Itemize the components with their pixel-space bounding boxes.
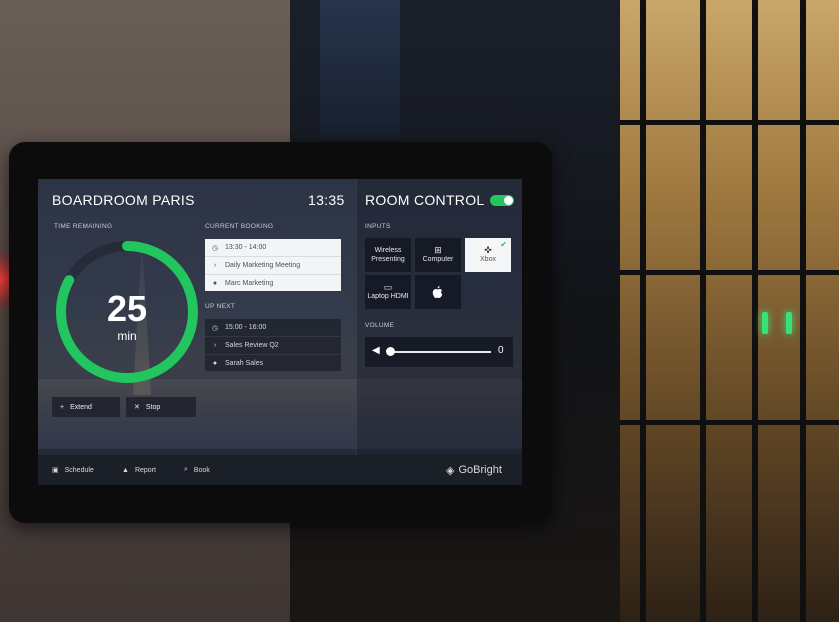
window-mullion [640, 0, 646, 622]
background-green-light [786, 312, 792, 334]
close-icon: ✕ [134, 404, 140, 411]
stop-button[interactable]: ✕ Stop [126, 397, 196, 417]
booking-title-row: › Daily Marketing Meeting [205, 256, 341, 274]
booking-organizer: Marc Marketing [225, 280, 274, 287]
booking-title: Daily Marketing Meeting [225, 262, 301, 269]
toggle-knob [504, 196, 513, 205]
bottom-bar: ▣ Schedule ▲ Report ⌕ Book ◈ GoBright [38, 455, 522, 485]
window-transom [620, 120, 839, 125]
next-organizer: Sarah Sales [225, 360, 264, 367]
schedule-label: Schedule [64, 466, 94, 474]
booking-time-row: ◷ 13:30 - 14:00 [205, 239, 341, 256]
plus-icon: + [60, 403, 65, 411]
time-remaining-value: 25 [106, 288, 148, 329]
input-label: Computer [422, 256, 454, 263]
input-xbox[interactable]: ✔ ✜ Xbox [465, 238, 511, 272]
booking-time: 13:30 - 14:00 [225, 244, 267, 251]
report-button[interactable]: ▲ Report [122, 455, 156, 485]
volume-control: ◀ 0 [365, 337, 513, 367]
extend-button[interactable]: + Extend [52, 397, 120, 417]
room-control-panel [356, 179, 522, 455]
input-computer[interactable]: ⊞ Computer [415, 238, 461, 272]
schedule-button[interactable]: ▣ Schedule [52, 455, 94, 485]
apple-icon [432, 285, 443, 298]
volume-label: VOLUME [365, 322, 395, 329]
input-label: Xbox [480, 256, 496, 263]
window-transom [620, 270, 839, 275]
window-transom [620, 420, 839, 425]
next-time-row: ◷ 15:00 - 16:00 [205, 319, 341, 336]
current-time: 13:35 [308, 192, 345, 208]
time-remaining-label: TIME REMAINING [54, 223, 113, 230]
background-glass-wall [620, 0, 839, 622]
warning-icon: ▲ [122, 466, 129, 474]
calendar-icon: ▣ [52, 467, 59, 474]
up-next-card[interactable]: ◷ 15:00 - 16:00 › Sales Review Q2 ● Sara… [205, 319, 341, 371]
laptop-icon: ▭ [383, 282, 393, 292]
volume-slider-track[interactable] [391, 351, 491, 353]
check-icon: ✔ [500, 240, 507, 249]
input-label: Laptop HDMI [367, 293, 409, 300]
up-next-label: UP NEXT [205, 303, 236, 310]
input-apple[interactable] [415, 275, 461, 309]
input-laptop-hdmi[interactable]: ▭ Laptop HDMI [365, 275, 411, 309]
gobright-logo: ◈ GoBright [446, 455, 502, 485]
window-mullion [752, 0, 758, 622]
brand-name: GoBright [458, 464, 502, 476]
time-remaining-unit: min [117, 329, 137, 343]
gobright-logo-icon: ◈ [446, 464, 455, 477]
windows-icon: ⊞ [434, 245, 442, 255]
gamepad-icon: ✜ [484, 245, 492, 255]
volume-value: 0 [498, 345, 504, 356]
room-name: BOARDROOM PARIS [52, 192, 195, 208]
report-label: Report [134, 466, 156, 474]
current-booking-card[interactable]: ◷ 13:30 - 14:00 › Daily Marketing Meetin… [205, 239, 341, 291]
room-control-toggle[interactable] [490, 195, 514, 206]
chevron-right-icon: › [213, 342, 217, 349]
chevron-right-icon: › [213, 262, 217, 269]
search-icon: ⌕ [184, 466, 188, 473]
user-icon: ● [212, 360, 218, 367]
panel-divider [356, 179, 357, 455]
room-display-tablet: BOARDROOM PARIS 13:35 TIME REMAINING 25 … [9, 142, 552, 523]
window-mullion [800, 0, 806, 622]
inputs-label: INPUTS [365, 223, 391, 230]
booking-organizer-row: ● Marc Marketing [205, 274, 341, 292]
room-control-title: ROOM CONTROL [365, 192, 485, 208]
clock-icon: ◷ [211, 324, 219, 332]
current-booking-label: CURRENT BOOKING [205, 223, 274, 230]
volume-slider-handle[interactable] [386, 347, 395, 356]
input-wireless-presenting[interactable]: Wireless Presenting [365, 238, 411, 272]
background-door-glass [320, 0, 400, 140]
next-title-row: › Sales Review Q2 [205, 336, 341, 354]
next-organizer-row: ● Sarah Sales [205, 354, 341, 372]
tablet-screen: BOARDROOM PARIS 13:35 TIME REMAINING 25 … [38, 179, 522, 485]
next-time: 15:00 - 16:00 [225, 324, 267, 331]
book-label: Book [193, 466, 210, 474]
input-label: Wireless Presenting [371, 247, 405, 263]
user-icon: ● [212, 280, 218, 287]
background-green-light [762, 312, 768, 334]
speaker-mute-icon[interactable]: ◀ [372, 345, 380, 356]
clock-icon: ◷ [211, 244, 219, 252]
extend-label: Extend [70, 403, 92, 411]
window-mullion [700, 0, 706, 622]
book-button[interactable]: ⌕ Book [184, 455, 210, 485]
stop-label: Stop [145, 403, 161, 411]
next-title: Sales Review Q2 [225, 342, 279, 349]
